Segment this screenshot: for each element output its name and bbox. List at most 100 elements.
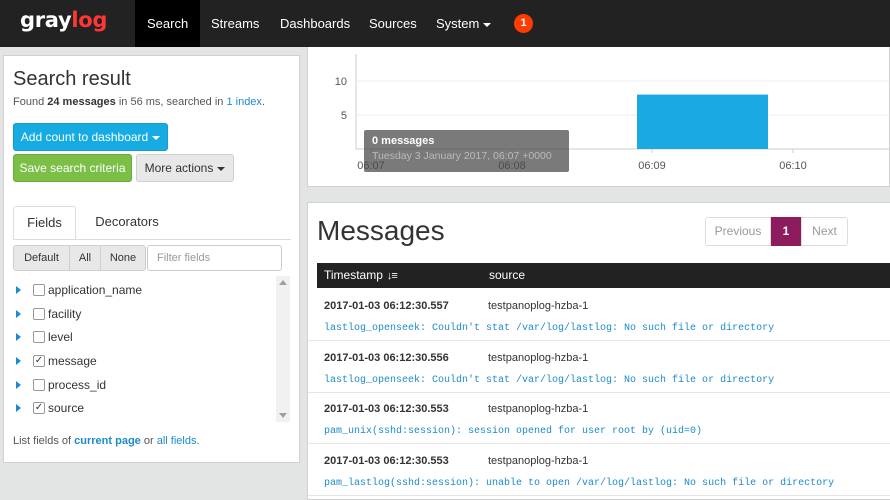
field-name: level: [48, 330, 73, 344]
x-tick-label: 06:09: [638, 160, 666, 172]
expand-arrow-icon[interactable]: [16, 404, 21, 412]
field-checkbox[interactable]: [33, 308, 45, 320]
nav-system-dropdown[interactable]: System: [424, 0, 503, 47]
nav-dashboards[interactable]: Dashboards: [268, 0, 362, 47]
current-page-link[interactable]: current page: [74, 435, 141, 447]
summary-found: Found: [13, 96, 45, 108]
sort-icon[interactable]: ↓≡: [387, 264, 398, 289]
add-count-to-dashboard-button[interactable]: Add count to dashboard: [13, 123, 168, 151]
tooltip-title: 0 messages: [372, 135, 435, 147]
field-list: application_name facility level ✓ messag…: [13, 276, 290, 422]
message-source: testpanoplog-hzba-1: [488, 300, 589, 312]
field-item[interactable]: ✓ message: [13, 351, 273, 371]
message-timestamp: 2017-01-03 06:12:30.556: [324, 352, 449, 364]
message-text: pam_lastlog(sshd:session): unable to ope…: [324, 478, 835, 489]
expand-arrow-icon[interactable]: [16, 381, 21, 389]
scroll-down-arrow-icon[interactable]: [279, 413, 287, 418]
message-row[interactable]: 2017-01-03 06:12:30.557 testpanoplog-hzb…: [308, 289, 890, 341]
timestamp-header-label: Timestamp: [324, 268, 383, 282]
tabs-divider: [13, 239, 291, 240]
message-text: lastlog_openseek: Couldn't stat /var/log…: [324, 323, 775, 334]
list-fields-hint: List fields of current page or all field…: [13, 435, 200, 447]
fields-all-button[interactable]: All: [69, 245, 101, 271]
chevron-down-icon: [217, 166, 226, 171]
field-name: source: [48, 401, 85, 415]
hint-suffix: .: [196, 435, 200, 447]
all-fields-link[interactable]: all fields: [157, 435, 197, 447]
more-actions-label: More actions: [144, 161, 214, 175]
column-header-source[interactable]: source: [489, 263, 525, 288]
field-checkbox[interactable]: ✓: [33, 402, 45, 414]
message-row[interactable]: 2017-01-03 06:12:30.556 testpanoplog-hzb…: [308, 341, 890, 393]
tab-fields[interactable]: Fields: [13, 206, 76, 240]
messages-title: Messages: [317, 215, 445, 246]
top-navbar: gray log Search Streams Dashboards Source…: [0, 0, 890, 47]
nav-system-label: System: [436, 16, 480, 31]
histogram-panel: 105 06:0706:0806:0906:10 0 messages Tues…: [307, 47, 890, 187]
y-tick-label: 10: [335, 76, 347, 88]
graylog-logo[interactable]: gray log: [20, 8, 107, 38]
index-link[interactable]: 1 index: [226, 96, 261, 108]
logo-text-log: log: [71, 8, 108, 32]
nav-dashboards-label: Dashboards: [280, 16, 351, 31]
add-count-label: Add count to dashboard: [20, 130, 149, 144]
search-result-sidebar: Search result Found 24 messages in 56 ms…: [3, 55, 300, 463]
field-item[interactable]: level: [13, 327, 273, 347]
field-item[interactable]: application_name: [13, 280, 273, 300]
field-checkbox[interactable]: [33, 379, 45, 391]
messages-table-header: Timestamp ↓≡ source: [317, 263, 890, 288]
fields-default-button[interactable]: Default: [13, 245, 70, 271]
save-search-criteria-button[interactable]: Save search criteria: [13, 154, 132, 182]
scroll-up-arrow-icon[interactable]: [279, 280, 287, 285]
nav-streams-label: Streams: [211, 16, 260, 31]
field-list-scrollbar[interactable]: [276, 276, 290, 422]
field-name: process_id: [48, 378, 107, 392]
summary-count: 24 messages: [47, 96, 116, 108]
expand-arrow-icon[interactable]: [16, 333, 21, 341]
row-divider: [308, 495, 890, 496]
pagination-previous-button[interactable]: Previous: [705, 217, 771, 246]
field-name: facility: [48, 307, 82, 321]
message-timestamp: 2017-01-03 06:12:30.557: [324, 300, 449, 312]
field-name: message: [48, 354, 97, 368]
pagination-current-page[interactable]: 1: [771, 217, 801, 246]
expand-arrow-icon[interactable]: [16, 310, 21, 318]
chart-tooltip: 0 messages Tuesday 3 January 2017, 06:07…: [364, 130, 569, 172]
nav-search[interactable]: Search: [135, 0, 201, 47]
message-source: testpanoplog-hzba-1: [488, 455, 589, 467]
chevron-down-icon: [483, 22, 492, 27]
expand-arrow-icon[interactable]: [16, 357, 21, 365]
field-item[interactable]: process_id: [13, 375, 273, 395]
hint-prefix: List fields of: [13, 435, 72, 447]
column-header-timestamp[interactable]: Timestamp ↓≡: [324, 263, 398, 289]
tab-decorators[interactable]: Decorators: [82, 206, 172, 240]
notification-badge[interactable]: 1: [514, 14, 533, 33]
message-source: testpanoplog-hzba-1: [488, 352, 589, 364]
nav-search-label: Search: [147, 16, 189, 31]
fields-none-button[interactable]: None: [100, 245, 146, 271]
message-source: testpanoplog-hzba-1: [488, 403, 589, 415]
expand-arrow-icon[interactable]: [16, 286, 21, 294]
pagination-next-button[interactable]: Next: [801, 217, 848, 246]
summary-time: in 56 ms, searched in: [118, 96, 224, 108]
field-item[interactable]: facility: [13, 304, 273, 324]
message-row[interactable]: 2017-01-03 06:12:30.553 testpanoplog-hzb…: [308, 444, 890, 496]
field-item[interactable]: ✓ source: [13, 398, 273, 418]
messages-panel: Messages Previous 1 Next Timestamp ↓≡ sou…: [307, 202, 890, 500]
field-checkbox[interactable]: [33, 284, 45, 296]
field-checkbox[interactable]: [33, 331, 45, 343]
field-checkbox[interactable]: ✓: [33, 355, 45, 367]
message-text: lastlog_openseek: Couldn't stat /var/log…: [324, 375, 775, 386]
message-row[interactable]: 2017-01-03 06:12:30.553 testpanoplog-hzb…: [308, 392, 890, 444]
summary-suffix: .: [261, 96, 265, 108]
histogram-bar[interactable]: [637, 94, 768, 149]
filter-fields-input[interactable]: [147, 245, 282, 271]
tooltip-timestamp: Tuesday 3 January 2017, 06:07 +0000: [372, 150, 552, 162]
more-actions-button[interactable]: More actions: [136, 154, 234, 182]
nav-sources[interactable]: Sources: [357, 0, 429, 47]
search-summary: Found 24 messages in 56 ms, searched in …: [13, 96, 265, 108]
nav-streams[interactable]: Streams: [199, 0, 271, 47]
message-text: pam_unix(sshd:session): session opened f…: [324, 426, 703, 437]
nav-sources-label: Sources: [369, 16, 417, 31]
chevron-down-icon: [152, 135, 161, 140]
